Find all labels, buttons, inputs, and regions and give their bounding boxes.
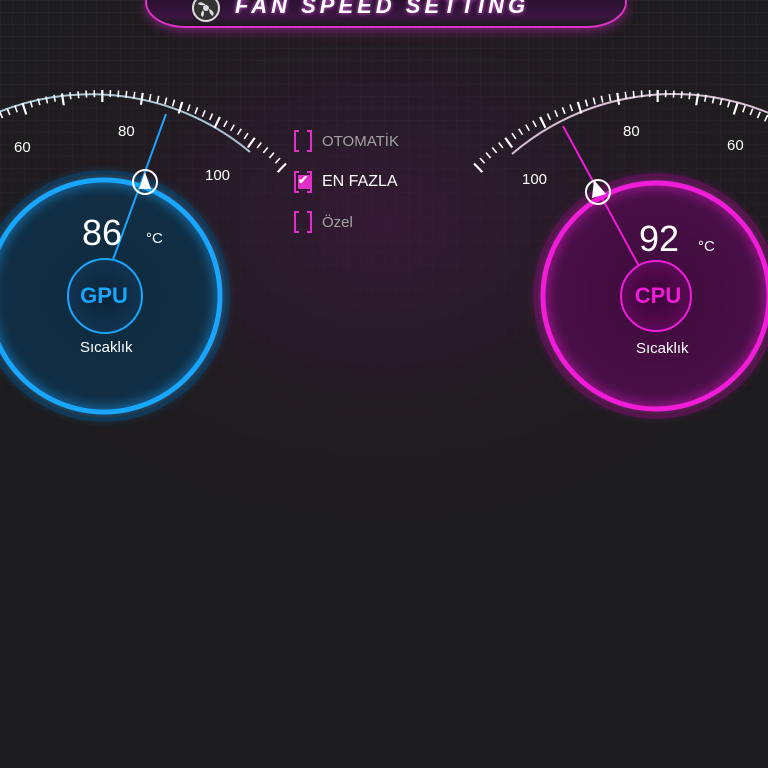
gauge-tick <box>632 90 635 99</box>
mode-option-otomatik[interactable]: OTOMATİK <box>294 128 399 154</box>
cpu-temperature-unit: °C <box>698 238 715 255</box>
gauge-tick <box>584 99 589 107</box>
gauge-tick <box>539 116 547 129</box>
cpu-gauge <box>473 89 768 419</box>
mode-option-en-fazla[interactable]: ✔ EN FAZLA <box>294 169 398 195</box>
gauge-tick <box>485 152 492 159</box>
mode-label: OTOMATİK <box>322 132 399 150</box>
gauge-tick <box>491 146 498 154</box>
gauge-tick <box>569 104 574 112</box>
gauge-tick <box>680 91 683 99</box>
ozel-checkbox[interactable] <box>294 211 312 233</box>
cpu-temperature-label: Sıcaklık <box>636 340 689 357</box>
gauge-tick <box>518 128 524 136</box>
gauge-tick <box>554 109 559 118</box>
gauge-tick <box>479 157 486 164</box>
gauge-tick <box>742 105 746 113</box>
gauge-tick <box>498 142 504 149</box>
cpu-temperature-value: 92 <box>639 218 680 259</box>
mode-option-ozel[interactable]: Özel <box>294 209 353 235</box>
gauge-tick <box>763 114 768 122</box>
cpu-scale-label: 80 <box>623 123 640 140</box>
mode-label: Özel <box>322 213 353 231</box>
gauge-tick <box>525 124 530 132</box>
gauge-tick <box>719 98 723 106</box>
gauge-tick <box>749 108 754 116</box>
gauge-tick <box>592 97 596 105</box>
gauge-tick <box>546 113 552 121</box>
gauge-tick <box>608 94 612 102</box>
gauge-tick <box>732 102 739 115</box>
check-icon: ✔ <box>298 173 309 187</box>
cpu-scale-label: 60 <box>727 137 744 154</box>
gauge-tick <box>532 120 537 128</box>
gauge-tick <box>504 137 514 149</box>
gauge-tick <box>511 132 517 140</box>
otomatik-checkbox[interactable] <box>294 130 312 152</box>
gauge-tick <box>600 95 604 103</box>
gauge-tick <box>688 92 691 100</box>
gauge-tick <box>473 162 484 173</box>
en-fazla-checkbox[interactable]: ✔ <box>294 171 312 193</box>
gauge-tick <box>727 100 731 108</box>
mode-label: EN FAZLA <box>322 173 398 190</box>
gauge-tick <box>756 111 761 119</box>
cpu-scale-label: 100 <box>522 171 548 188</box>
gauge-tick <box>616 92 621 105</box>
cpu-hub-label: CPU <box>634 283 682 308</box>
gauge-tick <box>624 91 627 99</box>
gauge-tick <box>561 106 566 115</box>
